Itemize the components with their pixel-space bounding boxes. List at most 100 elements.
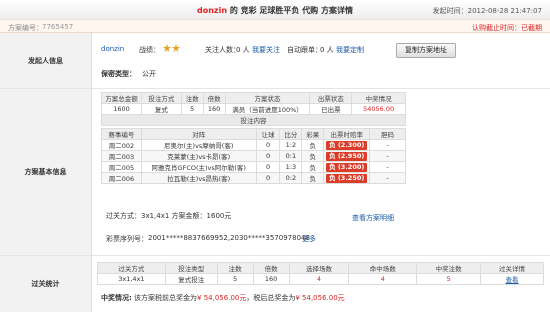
match-id: 周二003 [101, 150, 142, 162]
publish-time: 发起时间：2012-08-28 21:47:07 [433, 6, 542, 16]
match-odds-cell: 负 (3.250) [323, 172, 371, 184]
stats-cell: 4 [348, 273, 418, 285]
match-banker: - [369, 172, 406, 184]
ticket-label: 彩票序列号： [106, 235, 148, 243]
match-handicap: 0 [255, 150, 281, 162]
plan-section-label: 方案基本信息 [24, 168, 67, 176]
stats-header: 命中场数 [348, 262, 418, 274]
match-result: 负 [301, 139, 325, 151]
match-header: 胆码 [369, 128, 406, 140]
pass-type-summary: 过关方式：3x1,4x1 方案金额：1600元 [106, 212, 232, 220]
summary-cell: 5 [180, 103, 204, 115]
bet-content-label: 投注内容 [101, 114, 406, 126]
match-vs: 阿雅克肖GFCO(主)vs阿尔勒(客) [140, 161, 257, 173]
match-result: 负 [301, 150, 325, 162]
stats-header: 投注类型 [164, 262, 218, 274]
title-user[interactable]: donzin [197, 6, 227, 15]
summary-header: 投注方式 [140, 92, 182, 104]
deadline-status: 认购截止时间：已截期 [472, 24, 542, 32]
stats-section: 过关统计 过关方式 投注类型 注数 倍数 选择场数 命中场数 中奖注数 过关详情… [0, 256, 550, 312]
match-banker: - [369, 139, 406, 151]
summary-cell: 满员（当前进度100%） [224, 103, 311, 115]
title-bar: donzin 的 竞彩 足球胜平负 代购 方案详情 发起时间：2012-08-2… [0, 0, 550, 20]
summary-header: 注数 [180, 92, 204, 104]
match-row: 周二005 阿雅克肖GFCO(主)vs阿尔勒(客) 0 1:3 负 负 (3.2… [101, 161, 406, 173]
match-table: 赛事编号 对阵 让球 比分 彩果 出票时赔率 胆码 周二002 尼奥尔(主)vs… [101, 128, 406, 184]
stats-header: 选择场数 [288, 262, 350, 274]
copy-url-button[interactable]: 复制方案地址 [396, 43, 456, 58]
match-id: 周二006 [101, 172, 142, 184]
summary-header-row: 方案总金额 投注方式 注数 倍数 方案状态 出票状态 中奖情况 [101, 92, 406, 104]
initiator-section: 发起人信息 donzin 战绩： 关注人数： 0 人 我要关注 自动跟单： 0 … [0, 33, 550, 89]
stats-section-label: 过关统计 [31, 280, 60, 288]
initiator-section-label: 发起人信息 [28, 56, 63, 65]
plan-summary-table: 方案总金额 投注方式 注数 倍数 方案状态 出票状态 中奖情况 1600 复式 … [101, 92, 406, 126]
match-vs: 拉瓦勒(主)vs昂热(客) [140, 172, 257, 184]
match-banker: - [369, 150, 406, 162]
match-row: 周二002 尼奥尔(主)vs摩纳哥(客) 0 1:2 负 负 (2.300) - [101, 139, 406, 151]
summary-header: 中奖情况 [351, 92, 406, 104]
match-result: 负 [301, 161, 325, 173]
initiator-side: 发起人信息 [0, 33, 92, 88]
stats-header: 过关方式 [97, 262, 166, 274]
prize-label: 中奖情况: [101, 294, 132, 302]
summary-cell: 1600 [101, 103, 142, 115]
summary-header: 出票状态 [309, 92, 353, 104]
followers-label: 关注人数： [205, 46, 240, 54]
initiator-username[interactable]: donzin [101, 45, 124, 53]
match-score: 1:3 [279, 161, 303, 173]
stats-side: 过关统计 [0, 256, 92, 312]
stats-row: 3x1,4x1 复式投注 5 160 4 4 5 查看 [97, 273, 544, 285]
match-result: 负 [301, 172, 325, 184]
stats-cell: 160 [252, 273, 290, 285]
prize-prefix: 该方案税前总奖金为 [134, 294, 198, 302]
plan-id-bar: 方案编号： 7765457 认购截止时间：已截期 [0, 20, 550, 33]
match-odds-cell: 负 (3.200) [323, 161, 371, 173]
plan-side: 方案基本信息 [0, 89, 92, 255]
match-score: 0:2 [279, 172, 303, 184]
summary-cell-prize: 54056.00 [351, 103, 406, 115]
plan-id-label: 方案编号： [8, 24, 43, 32]
view-detail-link[interactable]: 查看方案明细 [352, 213, 394, 223]
summary-header: 倍数 [202, 92, 226, 104]
match-header: 出票时赔率 [323, 128, 371, 140]
privacy-label: 保密类型： [101, 70, 136, 78]
match-vs: 尼奥尔(主)vs摩纳哥(客) [140, 139, 257, 151]
trophy-stars-icon[interactable] [163, 44, 181, 52]
privacy-value: 公开 [142, 70, 156, 78]
match-odds-cell: 负 (2.950) [323, 150, 371, 162]
stats-cell: 4 [288, 273, 350, 285]
title-text: 的 竞彩 足球胜平负 代购 方案详情 [227, 6, 353, 15]
summary-cell: 复式 [140, 103, 182, 115]
match-odds-badge: 负 (3.200) [326, 162, 368, 172]
match-header: 彩果 [301, 128, 325, 140]
match-header-row: 赛事编号 对阵 让球 比分 彩果 出票时赔率 胆码 [101, 128, 406, 140]
match-row: 周二006 拉瓦勒(主)vs昂热(客) 0 0:2 负 负 (3.250) - [101, 172, 406, 184]
summary-row: 1600 复式 5 160 满员（当前进度100%） 已出票 54056.00 [101, 103, 406, 115]
match-vs: 克莱蒙(主)vs卡昂(客) [140, 150, 257, 162]
match-handicap: 0 [255, 172, 281, 184]
match-header: 对阵 [140, 128, 257, 140]
match-id: 周二005 [101, 161, 142, 173]
match-header: 比分 [279, 128, 303, 140]
stats-detail-link[interactable]: 查看 [480, 273, 544, 285]
match-handicap: 0 [255, 161, 281, 173]
stats-cell: 复式投注 [164, 273, 218, 285]
prize-summary: 中奖情况: 该方案税前总奖金为¥ 54,056.00元，税后总奖金为¥ 54,0… [101, 293, 345, 303]
match-odds-badge: 负 (2.300) [326, 140, 368, 150]
stats-cell: 5 [216, 273, 254, 285]
bet-content-band-row: 投注内容 [101, 114, 406, 126]
summary-header: 方案总金额 [101, 92, 142, 104]
record-label: 战绩： [139, 46, 160, 54]
ticket-more-link[interactable]: 更多 [302, 234, 316, 244]
match-header: 赛事编号 [101, 128, 142, 140]
summary-cell: 160 [202, 103, 226, 115]
match-odds-badge: 负 (3.250) [326, 173, 368, 183]
stats-cell: 5 [416, 273, 482, 285]
match-odds-badge: 负 (2.950) [326, 151, 368, 161]
plan-section: 方案基本信息 方案总金额 投注方式 注数 倍数 方案状态 出票状态 中奖情况 1… [0, 89, 550, 256]
match-score: 0:1 [279, 150, 303, 162]
custom-link[interactable]: 我要定制 [336, 45, 364, 55]
publish-time-label: 发起时间： [432, 7, 468, 15]
follow-link[interactable]: 我要关注 [252, 45, 280, 55]
